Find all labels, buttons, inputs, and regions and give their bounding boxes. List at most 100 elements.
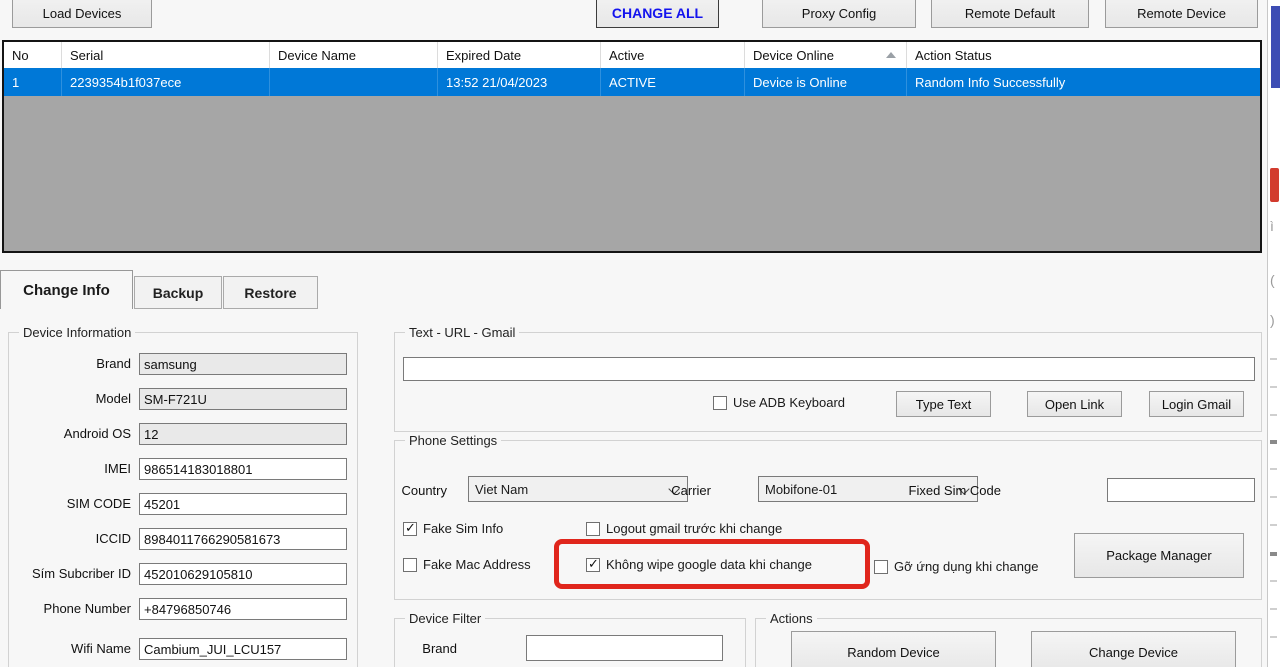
go-ung-dung-checkbox-row[interactable]: Gỡ ứng dụng khi change [874, 559, 1038, 574]
column-header-no[interactable]: No [4, 42, 62, 68]
tab-restore[interactable]: Restore [223, 276, 318, 309]
background-tick [1270, 608, 1277, 610]
change-all-button[interactable]: CHANGE ALL [596, 0, 719, 28]
khong-wipe-google-data-checkbox-row[interactable]: Không wipe google data khi change [586, 557, 812, 572]
device-filter-title: Device Filter [405, 611, 485, 626]
cell-expired-date: 13:52 21/04/2023 [438, 68, 601, 96]
column-header-device-online[interactable]: Device Online [745, 42, 907, 68]
device-filter-group: Device Filter Brand [394, 618, 746, 667]
column-header-action-status[interactable]: Action Status [907, 42, 1260, 68]
background-tick [1270, 386, 1277, 388]
logout-gmail-checkbox[interactable] [586, 522, 600, 536]
text-url-gmail-input[interactable] [403, 357, 1255, 381]
background-tick [1270, 496, 1277, 498]
fake-sim-info-checkbox-row[interactable]: Fake Sim Info [403, 521, 503, 536]
sim-subscriber-id-field[interactable] [139, 563, 347, 585]
iccid-label: ICCID [13, 531, 131, 546]
filter-brand-field[interactable] [526, 635, 723, 661]
model-field[interactable] [139, 388, 347, 410]
tab-backup[interactable]: Backup [134, 276, 222, 309]
open-link-button[interactable]: Open Link [1027, 391, 1122, 417]
khong-wipe-google-data-checkbox[interactable] [586, 558, 600, 572]
logout-gmail-label: Logout gmail trước khi change [606, 521, 782, 536]
remote-device-button[interactable]: Remote Device [1105, 0, 1258, 28]
table-empty-area [4, 96, 1260, 251]
column-header-device-name[interactable]: Device Name [270, 42, 438, 68]
background-glyph: ( [1270, 272, 1275, 288]
background-tick [1270, 468, 1277, 470]
background-tick [1270, 440, 1277, 444]
device-information-group: Device Information Brand Model Android O… [8, 332, 358, 667]
device-table: No Serial Device Name Expired Date Activ… [2, 40, 1262, 253]
random-device-button[interactable]: Random Device [791, 631, 996, 667]
iccid-field[interactable] [139, 528, 347, 550]
background-tick [1270, 524, 1277, 526]
sim-code-field[interactable] [139, 493, 347, 515]
fixed-sim-code-label: Fixed Sim Code [883, 483, 1001, 498]
column-header-expired-date[interactable]: Expired Date [438, 42, 601, 68]
country-value: Viet Nam [475, 482, 528, 497]
android-os-field[interactable] [139, 423, 347, 445]
fixed-sim-code-field[interactable] [1107, 478, 1255, 502]
khong-wipe-google-data-label: Không wipe google data khi change [606, 557, 812, 572]
use-adb-keyboard-checkbox[interactable] [713, 396, 727, 410]
cell-action-status: Random Info Successfully [907, 68, 1260, 96]
go-ung-dung-label: Gỡ ứng dụng khi change [894, 559, 1038, 574]
actions-group: Actions Random Device Change Device [755, 618, 1262, 667]
type-text-button[interactable]: Type Text [896, 391, 991, 417]
fake-mac-address-checkbox[interactable] [403, 558, 417, 572]
background-glyph: ) [1270, 312, 1275, 328]
text-url-gmail-group: Text - URL - Gmail Use ADB Keyboard Type… [394, 332, 1262, 432]
phone-number-field[interactable] [139, 598, 347, 620]
table-row[interactable]: 1 2239354b1f037ece 13:52 21/04/2023 ACTI… [4, 68, 1260, 96]
brand-field[interactable] [139, 353, 347, 375]
background-window-blue-fragment [1271, 6, 1280, 88]
package-manager-button[interactable]: Package Manager [1074, 533, 1244, 578]
remote-default-button[interactable]: Remote Default [931, 0, 1089, 28]
sim-subscriber-id-label: Sím Subcriber ID [13, 566, 131, 581]
phone-number-label: Phone Number [13, 601, 131, 616]
carrier-label: Carrier [593, 483, 711, 498]
device-information-title: Device Information [19, 325, 135, 340]
model-label: Model [13, 391, 131, 406]
cell-device-name [270, 68, 438, 96]
logout-gmail-checkbox-row[interactable]: Logout gmail trước khi change [586, 521, 782, 536]
use-adb-keyboard-checkbox-row[interactable]: Use ADB Keyboard [713, 395, 845, 410]
background-window-edge: ì ( ) [1267, 0, 1280, 667]
change-device-button[interactable]: Change Device [1031, 631, 1236, 667]
actions-title: Actions [766, 611, 817, 626]
fake-sim-info-checkbox[interactable] [403, 522, 417, 536]
background-glyph: ì [1270, 218, 1274, 234]
background-tick [1270, 358, 1277, 360]
wifi-name-field[interactable] [139, 638, 347, 660]
sort-ascending-icon [886, 52, 896, 58]
phone-settings-title: Phone Settings [405, 433, 501, 448]
background-window-red-fragment [1270, 168, 1279, 202]
column-header-device-online-label: Device Online [753, 48, 834, 63]
background-tick [1270, 580, 1277, 582]
phone-settings-group: Phone Settings Country Viet Nam Carrier … [394, 440, 1262, 600]
login-gmail-button[interactable]: Login Gmail [1149, 391, 1244, 417]
carrier-value: Mobifone-01 [765, 482, 837, 497]
filter-brand-label: Brand [339, 641, 457, 656]
load-devices-button[interactable]: Load Devices [12, 0, 152, 28]
device-table-header: No Serial Device Name Expired Date Activ… [4, 42, 1260, 68]
fake-sim-info-label: Fake Sim Info [423, 521, 503, 536]
cell-active: ACTIVE [601, 68, 745, 96]
column-header-serial[interactable]: Serial [62, 42, 270, 68]
imei-field[interactable] [139, 458, 347, 480]
cell-no: 1 [4, 68, 62, 96]
column-header-active[interactable]: Active [601, 42, 745, 68]
cell-device-online: Device is Online [745, 68, 907, 96]
tab-change-info[interactable]: Change Info [0, 270, 133, 309]
app-window: Load Devices CHANGE ALL Proxy Config Rem… [0, 0, 1280, 667]
background-tick [1270, 552, 1277, 556]
proxy-config-button[interactable]: Proxy Config [762, 0, 916, 28]
go-ung-dung-checkbox[interactable] [874, 560, 888, 574]
text-url-gmail-title: Text - URL - Gmail [405, 325, 519, 340]
country-label: Country [329, 483, 447, 498]
fake-mac-address-label: Fake Mac Address [423, 557, 531, 572]
cell-serial: 2239354b1f037ece [62, 68, 270, 96]
fake-mac-address-checkbox-row[interactable]: Fake Mac Address [403, 557, 531, 572]
background-tick [1270, 636, 1277, 638]
